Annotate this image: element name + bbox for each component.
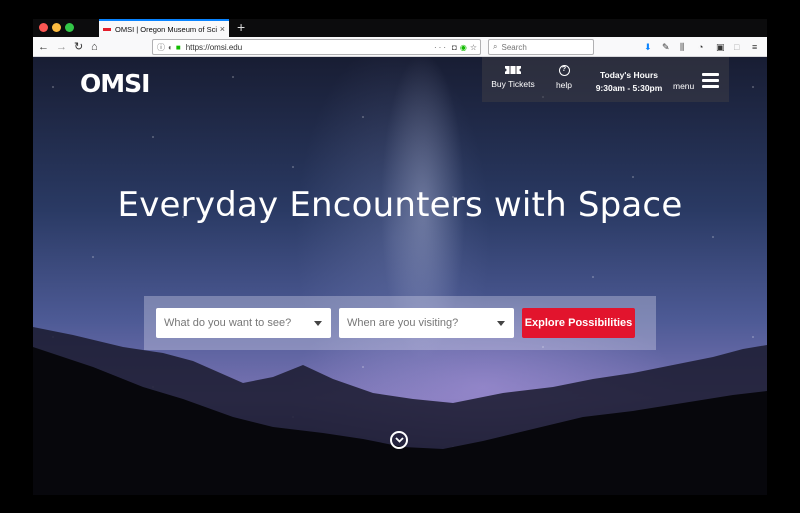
chevron-down-icon bbox=[497, 320, 505, 326]
tab-close-icon[interactable]: × bbox=[220, 24, 225, 34]
tab-omsi[interactable]: OMSI | Oregon Museum of Scie × bbox=[99, 19, 229, 37]
omsi-logo[interactable]: OMSI bbox=[80, 69, 150, 98]
forward-arrow-icon[interactable]: → bbox=[56, 39, 67, 55]
explore-search-panel: What do you want to see? When are you vi… bbox=[144, 296, 656, 350]
omsi-homepage: OMSI Buy Tickets ? help Today's Hours 9:… bbox=[33, 57, 767, 495]
extension-placeholder-icon[interactable]: □ bbox=[734, 40, 739, 54]
help-label: help bbox=[555, 80, 573, 90]
info-icon[interactable]: ⓘ bbox=[157, 42, 165, 53]
extension-icon[interactable]: ◉ bbox=[460, 43, 467, 52]
home-icon[interactable]: ⌂ bbox=[91, 39, 98, 55]
tab-bar: OMSI | Oregon Museum of Scie × + bbox=[33, 19, 767, 37]
buy-tickets-label: Buy Tickets bbox=[491, 79, 535, 89]
omsi-favicon-icon bbox=[103, 27, 111, 31]
help-icon: ? bbox=[558, 65, 570, 76]
downloads-icon[interactable]: ⬇ bbox=[644, 40, 652, 54]
visit-date-placeholder: When are you visiting? bbox=[347, 317, 459, 329]
search-bar[interactable]: ⌕ bbox=[488, 39, 594, 55]
page-actions-icon[interactable]: ··· bbox=[434, 43, 448, 52]
explore-possibilities-button[interactable]: Explore Possibilities bbox=[522, 308, 635, 338]
new-tab-button[interactable]: + bbox=[237, 19, 245, 37]
pocket-icon[interactable]: ◘ bbox=[452, 43, 457, 52]
search-icon: ⌕ bbox=[493, 42, 498, 51]
tracking-shield-icon[interactable]: ◐ bbox=[168, 43, 173, 52]
todays-hours: Today's Hours 9:30am - 5:30pm bbox=[590, 69, 668, 95]
chevron-down-circle-icon[interactable] bbox=[390, 431, 408, 449]
what-to-see-placeholder: What do you want to see? bbox=[164, 317, 292, 329]
visit-date-dropdown[interactable]: When are you visiting? bbox=[339, 308, 514, 338]
minimize-window-button[interactable] bbox=[52, 23, 61, 32]
hamburger-menu-icon[interactable] bbox=[702, 73, 719, 88]
search-input[interactable] bbox=[501, 42, 582, 52]
what-to-see-dropdown[interactable]: What do you want to see? bbox=[156, 308, 331, 338]
browser-menu-icon[interactable]: ≡ bbox=[752, 40, 757, 54]
chevron-down-icon bbox=[314, 320, 322, 326]
hero-headline: Everyday Encounters with Space bbox=[117, 185, 683, 225]
hours-value: 9:30am - 5:30pm bbox=[595, 83, 663, 93]
tab-title: OMSI | Oregon Museum of Scie bbox=[115, 24, 217, 34]
sidebar-icon[interactable]: ▣ bbox=[716, 40, 725, 54]
developer-tools-icon[interactable]: ✎ bbox=[662, 40, 670, 54]
menu-label[interactable]: menu bbox=[673, 81, 694, 91]
library-icon[interactable]: ⫼ bbox=[680, 40, 684, 54]
browser-window: OMSI | Oregon Museum of Scie × + ← → ↻ ⌂… bbox=[33, 19, 767, 495]
back-arrow-icon[interactable]: ← bbox=[38, 39, 49, 55]
help-button[interactable]: ? help bbox=[552, 65, 576, 90]
maximize-window-button[interactable] bbox=[65, 23, 74, 32]
close-window-button[interactable] bbox=[39, 23, 48, 32]
sync-icon[interactable]: ◔ bbox=[698, 40, 703, 54]
buy-tickets-button[interactable]: Buy Tickets bbox=[490, 65, 536, 89]
ticket-icon bbox=[505, 66, 521, 74]
bookmark-star-icon[interactable]: ☆ bbox=[470, 43, 477, 52]
lock-icon[interactable]: ■ bbox=[176, 43, 181, 52]
url-text[interactable]: https://omsi.edu bbox=[186, 43, 434, 52]
hours-title: Today's Hours bbox=[599, 70, 659, 80]
reload-icon[interactable]: ↻ bbox=[74, 39, 83, 55]
navigation-bar: ← → ↻ ⌂ ⓘ ◐ ■ https://omsi.edu ··· ◘ ◉ ☆… bbox=[33, 37, 767, 57]
utility-bar: Buy Tickets ? help Today's Hours 9:30am … bbox=[482, 57, 729, 102]
url-bar[interactable]: ⓘ ◐ ■ https://omsi.edu ··· ◘ ◉ ☆ bbox=[152, 39, 481, 55]
